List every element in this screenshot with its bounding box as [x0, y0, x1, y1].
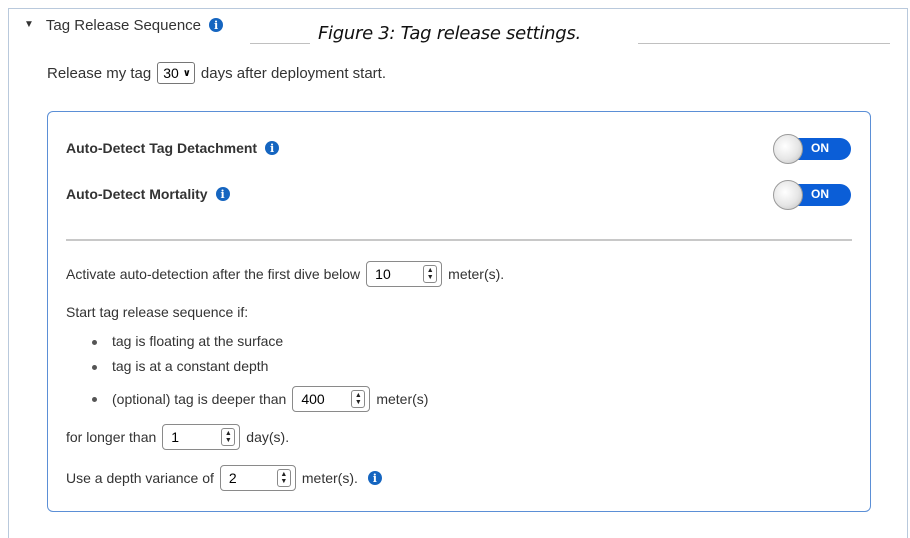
spinner-arrows-icon[interactable]: ▲ ▼	[423, 265, 438, 283]
optional-depth-unit: meter(s)	[376, 391, 429, 407]
mortality-label: Auto-Detect Mortality	[66, 186, 208, 202]
info-icon[interactable]: i	[367, 471, 382, 485]
card-divider	[66, 239, 852, 241]
list-item: tag is floating at the surface	[92, 333, 283, 358]
activation-depth-value: 10	[375, 266, 391, 282]
condition-depth-prefix: (optional) tag is deeper than	[112, 391, 287, 407]
condition-constant-depth: tag is at a constant depth	[112, 358, 269, 374]
figure-caption: Figure 3: Tag release settings.	[318, 23, 581, 44]
variance-row: Use a depth variance of 2 ▲ ▼ meter(s). i	[66, 465, 382, 491]
duration-prefix: for longer than	[66, 429, 157, 445]
condition-list: tag is floating at the surface tag is at…	[92, 333, 283, 383]
info-icon[interactable]: i	[265, 141, 280, 155]
detachment-label-row: Auto-Detect Tag Detachment i	[66, 140, 280, 156]
release-days-select[interactable]: 30 ∨	[157, 62, 195, 84]
release-prefix: Release my tag	[47, 64, 152, 82]
chevron-down-icon: ∨	[182, 67, 191, 79]
caret-down-icon[interactable]: ▼	[24, 19, 34, 30]
sequence-intro-text: Start tag release sequence if:	[66, 304, 249, 320]
toggle-knob	[773, 180, 803, 210]
duration-row: for longer than 1 ▲ ▼ day(s).	[66, 424, 289, 450]
mortality-label-row: Auto-Detect Mortality i	[66, 186, 230, 202]
activation-row: Activate auto-detection after the first …	[66, 261, 504, 287]
spinner-arrows-icon[interactable]: ▲ ▼	[351, 390, 366, 408]
detachment-toggle[interactable]: ON	[773, 134, 851, 164]
release-suffix: days after deployment start.	[200, 64, 387, 82]
release-days-value: 30	[163, 65, 179, 81]
list-item: tag is at a constant depth	[92, 358, 283, 383]
toggle-state-text: ON	[811, 141, 829, 155]
spinner-arrows-icon[interactable]: ▲ ▼	[276, 469, 291, 487]
activation-depth-input[interactable]: 10 ▲ ▼	[366, 261, 443, 287]
caption-divider-right	[638, 43, 890, 44]
info-icon[interactable]: i	[215, 187, 230, 201]
duration-unit: day(s).	[246, 429, 290, 445]
toggle-knob	[773, 134, 803, 164]
variance-prefix: Use a depth variance of	[66, 470, 214, 486]
variance-input[interactable]: 2 ▲ ▼	[219, 465, 296, 491]
condition-surface: tag is floating at the surface	[112, 333, 284, 349]
mortality-toggle[interactable]: ON	[773, 180, 851, 210]
optional-depth-value: 400	[301, 391, 325, 407]
info-icon[interactable]: i	[209, 18, 224, 32]
optional-depth-input[interactable]: 400 ▲ ▼	[292, 386, 371, 412]
detachment-label: Auto-Detect Tag Detachment	[66, 140, 258, 156]
activation-unit: meter(s).	[448, 266, 505, 282]
toggle-state-text: ON	[811, 187, 829, 201]
duration-value: 1	[171, 429, 180, 445]
section-header[interactable]: ▼ Tag Release Sequence i	[24, 14, 234, 36]
section-title: Tag Release Sequence	[45, 16, 202, 34]
activation-prefix: Activate auto-detection after the first …	[66, 266, 361, 282]
variance-unit: meter(s).	[301, 470, 358, 486]
duration-input[interactable]: 1 ▲ ▼	[162, 424, 241, 450]
spinner-arrows-icon[interactable]: ▲ ▼	[221, 428, 236, 446]
condition-depth-row: (optional) tag is deeper than 400 ▲ ▼ met…	[92, 386, 428, 412]
caption-divider-left	[250, 43, 310, 44]
bullet-dot	[92, 396, 97, 402]
variance-value: 2	[228, 470, 237, 486]
release-row: Release my tag 30 ∨ days after deploymen…	[47, 62, 386, 84]
sequence-intro: Start tag release sequence if:	[66, 304, 248, 320]
